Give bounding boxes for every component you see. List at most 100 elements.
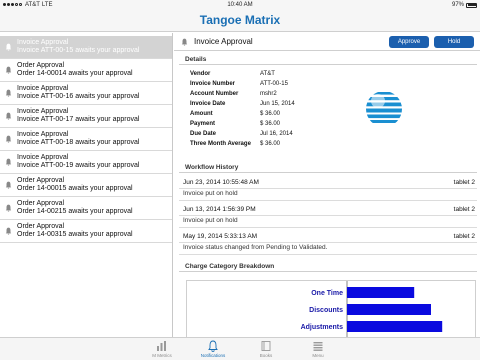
- list-item-title: Invoice Approval: [17, 131, 69, 138]
- list-item-title: Order Approval: [17, 200, 65, 207]
- charge-category-chart: One Time Discounts Adjustments: [186, 280, 476, 337]
- category-label: One Time: [311, 290, 343, 297]
- workflow-entry: May 19, 2014 5:33:13 AM tablet 2: [179, 233, 477, 242]
- divider: [179, 242, 477, 243]
- workflow-source: tablet 2: [453, 206, 475, 213]
- list-item[interactable]: Invoice Approval Invoice ATT-00-19 awaits…: [0, 151, 172, 174]
- field-label: Account Number: [190, 91, 239, 97]
- field-label: Invoice Number: [190, 81, 236, 87]
- list-item-title: Invoice Approval: [17, 39, 69, 46]
- bell-icon: [5, 158, 12, 166]
- list-item-title: Invoice Approval: [17, 154, 69, 161]
- tab-label: Books: [259, 353, 273, 358]
- field-value: ATT-00-15: [260, 81, 288, 87]
- field-label: Payment: [190, 121, 216, 127]
- list-item-title: Invoice Approval: [17, 108, 69, 115]
- bell-icon: [181, 38, 188, 46]
- tab-label: Menu: [312, 353, 324, 358]
- divider: [179, 254, 477, 255]
- field-label: Vendor: [190, 71, 211, 77]
- list-item[interactable]: Invoice Approval Invoice ATT-00-16 awaits…: [0, 82, 172, 105]
- list-item[interactable]: Order Approval Order 14-00015 awaits your…: [0, 174, 172, 197]
- workflow-date: Jun 23, 2014 10:55:48 AM: [183, 179, 259, 186]
- clock: 10:40 AM: [227, 2, 253, 8]
- category-label: Adjustments: [301, 324, 344, 331]
- battery-percent: 97%: [451, 2, 464, 8]
- workflow-date: May 19, 2014 5:33:13 AM: [183, 233, 258, 240]
- workflow-note: Invoice put on hold: [183, 217, 238, 224]
- bar: [347, 321, 443, 332]
- field-label: Three Month Average: [190, 141, 251, 147]
- workflow-entry: Jun 23, 2014 10:55:48 AM tablet 2: [179, 179, 477, 188]
- list-item-subtitle: Invoice ATT-00-16 awaits your approval: [17, 93, 140, 100]
- bell-icon: [5, 204, 12, 212]
- divider: [179, 200, 477, 201]
- bell-icon: [5, 112, 12, 120]
- details-section-header: Details: [179, 55, 477, 65]
- list-item-subtitle: Invoice ATT-00-19 awaits your approval: [17, 162, 140, 169]
- bar: [347, 304, 431, 315]
- list-item-title: Order Approval: [17, 62, 65, 69]
- book-icon: [261, 341, 271, 351]
- field-value: mshr2: [260, 91, 277, 97]
- list-item[interactable]: Order Approval Order 14-00315 awaits your…: [0, 220, 172, 243]
- field-value: $ 36.00: [260, 121, 281, 127]
- app-title: Tangoe Matrix: [199, 13, 281, 27]
- list-item[interactable]: Order Approval Order 14-00215 awaits your…: [0, 197, 172, 220]
- field-value: Jun 15, 2014: [260, 101, 295, 107]
- list-item-subtitle: Order 14-00315 awaits your approval: [17, 231, 133, 238]
- notification-list[interactable]: Invoice Approval Invoice ATT-00-15 awaits…: [0, 33, 173, 337]
- list-item[interactable]: Invoice Approval Invoice ATT-00-15 awaits…: [0, 36, 172, 59]
- bar: [347, 287, 415, 298]
- list-item[interactable]: Invoice Approval Invoice ATT-00-17 awaits…: [0, 105, 172, 128]
- bell-icon: [5, 227, 12, 235]
- workflow-note-row: Invoice put on hold: [179, 217, 477, 226]
- workflow-date: Jun 13, 2014 1:56:39 PM: [183, 206, 256, 213]
- list-item-title: Order Approval: [17, 177, 65, 184]
- list-item[interactable]: Order Approval Order 14-00014 awaits your…: [0, 59, 172, 82]
- field-label: Amount: [190, 111, 213, 117]
- bar-chart: One Time Discounts Adjustments: [301, 281, 443, 337]
- workflow-note-row: Invoice status changed from Pending to V…: [179, 244, 477, 253]
- field-label: Invoice Date: [190, 101, 226, 107]
- detail-title: Invoice Approval: [194, 37, 253, 46]
- list-item-subtitle: Order 14-00014 awaits your approval: [17, 70, 133, 77]
- bar-chart-icon: [157, 341, 166, 351]
- field-label: Due Date: [190, 131, 217, 137]
- list-item-subtitle: Order 14-00015 awaits your approval: [17, 185, 133, 192]
- tab-menu[interactable]: Menu: [288, 338, 348, 360]
- chart-section-header: Charge Category Breakdown: [179, 262, 477, 272]
- bell-icon: [5, 43, 12, 51]
- workflow-note-row: Invoice put on hold: [179, 190, 477, 199]
- workflow-source: tablet 2: [453, 233, 475, 240]
- list-item-subtitle: Invoice ATT-00-18 awaits your approval: [17, 139, 140, 146]
- detail-header: Invoice Approval Approve Hold: [174, 33, 480, 51]
- divider: [179, 227, 477, 228]
- tab-books[interactable]: Books: [236, 338, 296, 360]
- detail-pane: Invoice Approval Approve Hold Details Ve…: [174, 33, 480, 337]
- workflow-source: tablet 2: [453, 179, 475, 186]
- list-item-title: Invoice Approval: [17, 85, 69, 92]
- divider: [179, 188, 477, 189]
- list-item[interactable]: Invoice Approval Invoice ATT-00-18 awaits…: [0, 128, 172, 151]
- bell-icon: [5, 181, 12, 189]
- field-value: AT&T: [260, 71, 275, 77]
- navigation-bar: Tangoe Matrix: [0, 10, 480, 32]
- att-logo: [366, 91, 402, 127]
- workflow-section-header: Workflow History: [179, 163, 477, 173]
- bell-icon: [5, 66, 12, 74]
- approve-button[interactable]: Approve: [389, 36, 429, 48]
- divider: [179, 215, 477, 216]
- field-value: Jul 16, 2014: [260, 131, 293, 137]
- field-value: $ 36.00: [260, 111, 281, 117]
- bell-icon: [208, 340, 218, 352]
- list-item-subtitle: Order 14-00215 awaits your approval: [17, 208, 133, 215]
- field-value: $ 36.00: [260, 141, 281, 147]
- tab-label: Notifications: [200, 353, 226, 358]
- tab-bar: M Metrics Notifications Books Menu: [0, 337, 480, 360]
- hold-button[interactable]: Hold: [434, 36, 474, 48]
- battery-icon: [466, 2, 477, 8]
- list-item-title: Order Approval: [17, 223, 65, 230]
- tab-notifications[interactable]: Notifications: [183, 338, 243, 360]
- bell-icon: [5, 135, 12, 143]
